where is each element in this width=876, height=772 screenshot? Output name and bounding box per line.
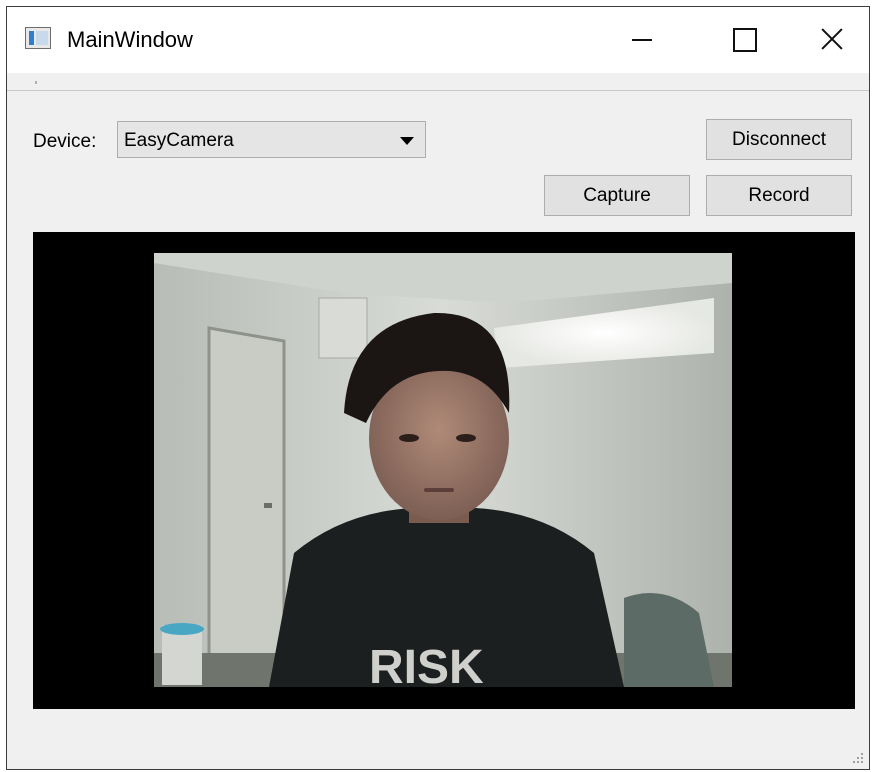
video-viewport: RISK <box>33 232 855 709</box>
toolbar-grip-icon[interactable] <box>35 81 37 84</box>
record-button[interactable]: Record <box>706 175 852 216</box>
menu-strip <box>7 73 869 91</box>
close-icon[interactable] <box>807 21 857 57</box>
camera-preview-image: RISK <box>154 253 732 687</box>
capture-button[interactable]: Capture <box>544 175 690 216</box>
minimize-icon[interactable] <box>617 21 667 57</box>
title-bar[interactable]: MainWindow <box>7 7 869 73</box>
maximize-icon[interactable] <box>719 21 769 57</box>
device-label: Device: <box>33 131 97 152</box>
main-window: MainWindow Device: EasyCamera Disconnect… <box>6 6 870 770</box>
chevron-down-icon[interactable] <box>400 137 414 145</box>
device-select-value: EasyCamera <box>124 130 234 151</box>
disconnect-button[interactable]: Disconnect <box>706 119 852 160</box>
device-select[interactable]: EasyCamera <box>117 121 426 158</box>
app-window-icon <box>25 27 51 49</box>
camera-scene: RISK <box>154 253 732 687</box>
resize-grip-icon[interactable] <box>853 753 863 763</box>
window-title: MainWindow <box>67 27 193 52</box>
svg-text:RISK: RISK <box>369 641 484 687</box>
